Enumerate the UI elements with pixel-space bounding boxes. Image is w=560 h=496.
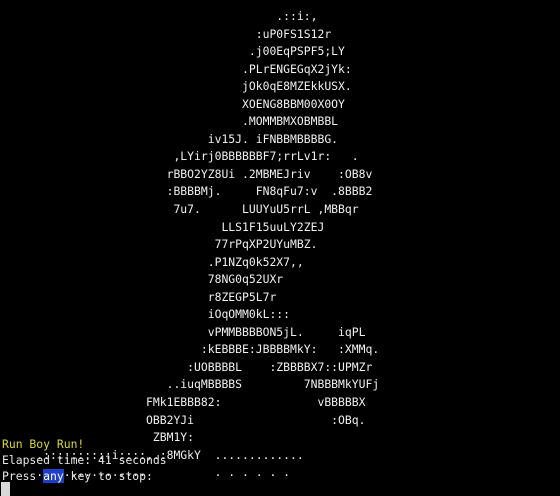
ascii-art-line: :UOBBBBL :ZBBBBX7::UPMZr (2, 359, 373, 374)
prompt-suffix: key to stop. (63, 469, 153, 483)
ascii-art-line: iOqOMM0kL::: (2, 307, 291, 322)
ascii-art-line: r8ZEGP5L7r (2, 289, 277, 304)
ascii-art-line: ,LYirj0BBBBBBF7;rrLv1r: . (2, 149, 359, 164)
elapsed-time-text: Elapsed time: 41 seconds (2, 453, 167, 467)
ascii-art-line: 78NG0q52UXr (2, 272, 284, 287)
ascii-art-line: .MOMMBMXOBMBBL (2, 114, 339, 129)
ascii-art-line: jOk0qE8MZEkkUSX. (2, 79, 352, 94)
ascii-art-line: rBBO2YZ8Ui .2MBMEJriv :OB8v (2, 166, 373, 181)
ascii-art-line: :BBBBMj. FN8qFu7:v .8BBB2 (2, 184, 373, 199)
ascii-art-line: .j00EqPSPF5;LY (2, 44, 345, 59)
ascii-art-runner: .::i:, :uP0FS1S12r .j00EqPSPF5;LY .PLrEN… (2, 8, 379, 482)
ascii-art-line: vPMMBBBBON5jL. iqPL (2, 324, 366, 339)
press-key-prompt: Press any key to stop. (2, 468, 153, 485)
ascii-art-line: FMk1EBBB82: vBBBBBX (2, 395, 366, 410)
ascii-art-line: 77rPqXP2UYuMBZ. (2, 237, 318, 252)
ascii-art-line: :uP0FS1S12r (2, 26, 332, 41)
ascii-art-line: .PLrENGEGqX2jYk: (2, 61, 352, 76)
terminal-cursor (1, 482, 10, 496)
ascii-art-line: .P1NZq0k52X7,, (2, 254, 304, 269)
program-title: Run Boy Run! (2, 437, 85, 451)
ascii-art-line: 7u7. LUUYuU5rrL ,MBBqr (2, 202, 359, 217)
ascii-art-line: OBB2YJi :OBq. (2, 412, 366, 427)
ascii-art-line: iv15J. iFNBBMBBBBG. (2, 131, 339, 146)
ascii-art-line: LLS1F15uuLY2ZEJ (2, 219, 325, 234)
terminal-window[interactable]: .::i:, :uP0FS1S12r .j00EqPSPF5;LY .PLrEN… (0, 0, 560, 496)
prompt-prefix: Press (2, 469, 44, 483)
ascii-art-line: ..iuqMBBBBS 7NBBBMkYUFj (2, 377, 380, 392)
highlighted-word: any (43, 469, 64, 483)
ascii-art-line: :kEBBBE:JBBBBMkY: :XMMq. (2, 342, 380, 357)
ascii-art-line: .::i:, (2, 9, 318, 23)
ascii-art-line: XOENG8BBM00X0OY (2, 96, 345, 111)
